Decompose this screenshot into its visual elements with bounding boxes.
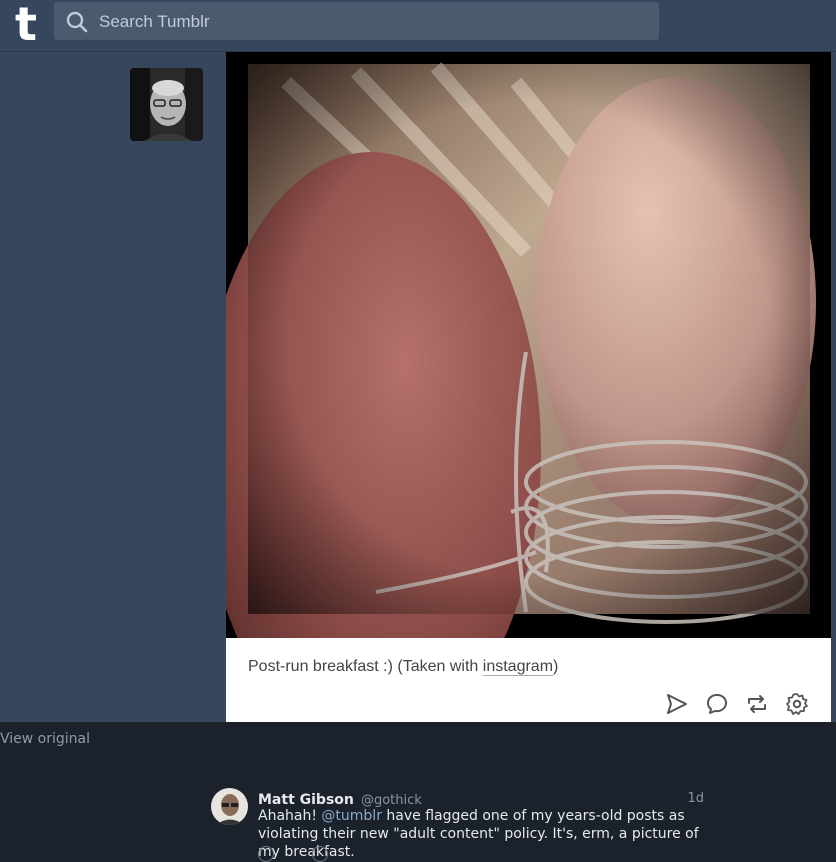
avatar-image <box>130 68 203 141</box>
top-bar: t <box>0 0 836 52</box>
avatar[interactable] <box>130 68 203 141</box>
view-original-link[interactable]: View original <box>0 731 90 747</box>
post-actions <box>665 692 809 716</box>
instagram-link[interactable]: instagram <box>482 658 554 676</box>
tumblr-logo[interactable]: t <box>6 1 46 47</box>
tweet-avatar-image <box>211 788 248 825</box>
settings-icon[interactable] <box>785 692 809 716</box>
tweet-actions <box>258 846 458 862</box>
tweet-author-handle[interactable]: @gothick <box>361 793 422 808</box>
tweet-text-start: Ahahah! <box>258 808 322 824</box>
tweet-author-name[interactable]: Matt Gibson <box>258 792 354 808</box>
tweet-timestamp[interactable]: 1d <box>687 791 704 806</box>
reblog-icon[interactable] <box>745 692 769 716</box>
tweet-avatar[interactable] <box>211 788 248 825</box>
tweet-mention[interactable]: @tumblr <box>321 808 382 824</box>
tweet-reply-icon[interactable] <box>258 846 274 862</box>
send-icon[interactable] <box>665 692 689 716</box>
search-input[interactable] <box>97 2 651 42</box>
caption-end: ) <box>553 658 559 675</box>
tweet-like-icon[interactable] <box>312 846 328 862</box>
tumblr-screenshot: t Search Tumblr Post-run breakfast:) (T… <box>0 0 836 752</box>
reply-icon[interactable] <box>705 692 729 716</box>
tweet: Matt Gibson @gothick 1d Ahahah! @tumblr … <box>211 788 711 862</box>
post-caption: Post-run breakfast :) (Taken with instag… <box>248 657 808 677</box>
search-icon <box>66 11 88 33</box>
search-box[interactable] <box>54 2 659 42</box>
tweet-header: Matt Gibson @gothick <box>258 789 422 808</box>
caption-text: Post-run breakfast :) (Taken with <box>248 658 483 675</box>
photo-post: Post-run breakfast :) (Taken with instag… <box>201 52 831 752</box>
eggs-photo <box>201 62 816 752</box>
post-photo[interactable] <box>201 52 831 752</box>
